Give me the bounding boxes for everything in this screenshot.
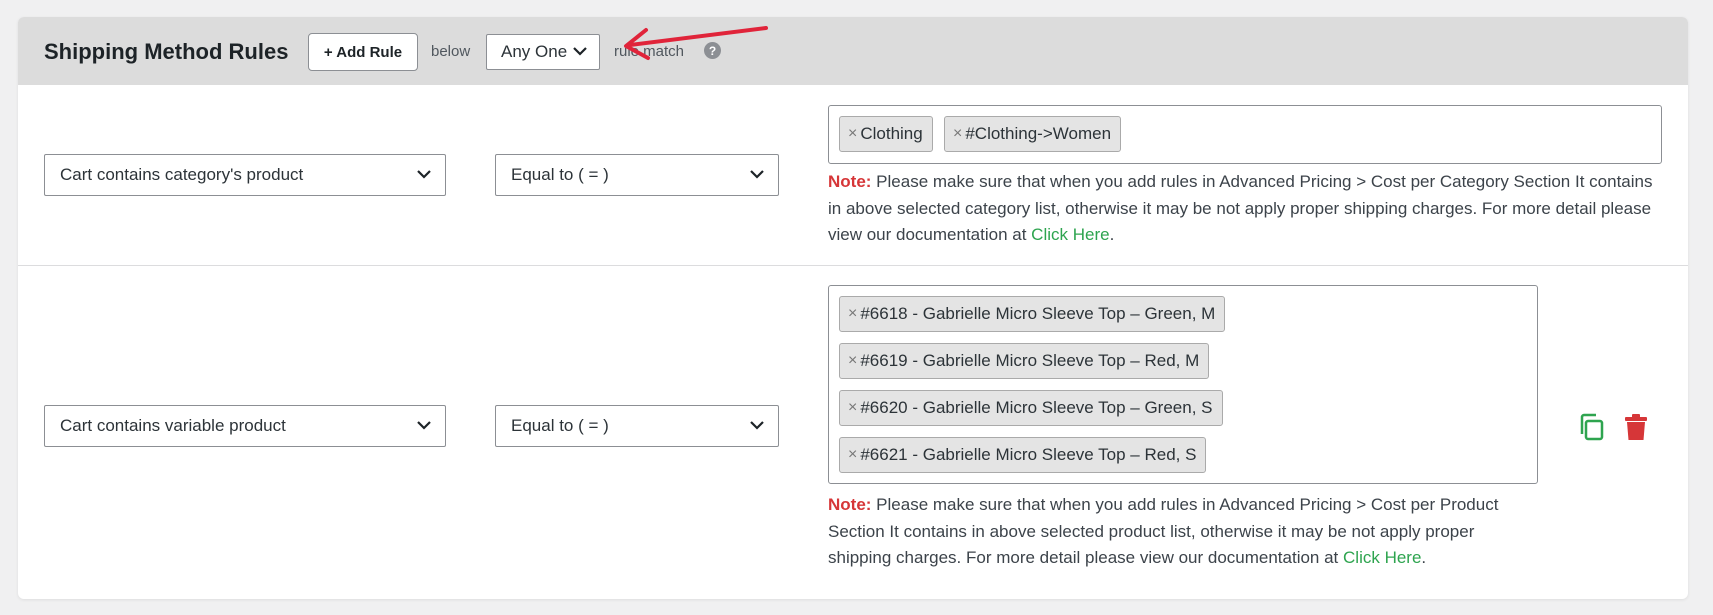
tag-label: #6621 - Gabrielle Micro Sleeve Top – Red… <box>860 445 1197 464</box>
chevron-down-icon <box>417 421 431 430</box>
tag-remove-icon[interactable]: × <box>848 446 857 464</box>
chevron-down-icon <box>573 47 587 56</box>
tag-remove-icon[interactable]: × <box>848 399 857 417</box>
page-title: Shipping Method Rules <box>44 39 289 64</box>
operator-select[interactable]: Equal to ( = ) <box>495 154 779 196</box>
documentation-link[interactable]: Click Here <box>1031 225 1109 244</box>
note-label: Note: <box>828 172 872 191</box>
chevron-down-icon <box>417 170 431 179</box>
condition-select[interactable]: Cart contains variable product <box>44 405 446 447</box>
selected-tag: × Clothing <box>839 116 933 152</box>
chevron-down-icon <box>750 421 764 430</box>
tag-label: Clothing <box>860 124 923 143</box>
red-arrow-annotation <box>624 26 768 60</box>
rule-note: Note: Please make sure that when you add… <box>828 169 1662 249</box>
tag-remove-icon[interactable]: × <box>953 125 962 143</box>
below-label: below <box>431 43 471 60</box>
tag-label: #Clothing->Women <box>965 124 1112 143</box>
tag-remove-icon[interactable]: × <box>848 125 857 143</box>
selected-tag: × #6621 - Gabrielle Micro Sleeve Top – R… <box>839 437 1207 473</box>
rule-match-selected-value: Any One <box>501 42 568 61</box>
note-text: Please make sure that when you add rules… <box>828 172 1653 244</box>
note-end: . <box>1421 548 1427 567</box>
add-rule-button[interactable]: + Add Rule <box>308 33 418 71</box>
panel-header: Shipping Method Rules + Add Rule below A… <box>18 17 1688 85</box>
condition-select[interactable]: Cart contains category's product <box>44 154 446 196</box>
tag-remove-icon[interactable]: × <box>848 305 857 323</box>
condition-select-value: Cart contains variable product <box>60 416 286 435</box>
trash-icon[interactable] <box>1622 412 1650 442</box>
rule-note: Note: Please make sure that when you add… <box>828 492 1538 572</box>
documentation-link[interactable]: Click Here <box>1343 548 1421 567</box>
condition-select-value: Cart contains category's product <box>60 165 304 184</box>
tag-label: #6620 - Gabrielle Micro Sleeve Top – Gre… <box>860 398 1213 417</box>
shipping-method-rules-panel: Shipping Method Rules + Add Rule below A… <box>18 17 1688 599</box>
note-end: . <box>1109 225 1115 244</box>
category-tag-input[interactable]: × Clothing × #Clothing->Women <box>828 105 1662 164</box>
tag-label: #6619 - Gabrielle Micro Sleeve Top – Red… <box>860 351 1200 370</box>
duplicate-icon[interactable] <box>1578 412 1606 442</box>
operator-select[interactable]: Equal to ( = ) <box>495 405 779 447</box>
operator-select-value: Equal to ( = ) <box>511 165 609 184</box>
note-label: Note: <box>828 495 872 514</box>
selected-tag: × #6618 - Gabrielle Micro Sleeve Top – G… <box>839 296 1226 332</box>
selected-tag: × #6620 - Gabrielle Micro Sleeve Top – G… <box>839 390 1223 426</box>
chevron-down-icon <box>750 170 764 179</box>
tag-label: #6618 - Gabrielle Micro Sleeve Top – Gre… <box>860 304 1216 323</box>
selected-tag: × #6619 - Gabrielle Micro Sleeve Top – R… <box>839 343 1210 379</box>
rule-match-select[interactable]: Any One <box>486 34 600 70</box>
tag-remove-icon[interactable]: × <box>848 352 857 370</box>
row-divider <box>18 265 1688 266</box>
operator-select-value: Equal to ( = ) <box>511 416 609 435</box>
product-tag-input[interactable]: × #6618 - Gabrielle Micro Sleeve Top – G… <box>828 285 1538 484</box>
selected-tag: × #Clothing->Women <box>944 116 1122 152</box>
